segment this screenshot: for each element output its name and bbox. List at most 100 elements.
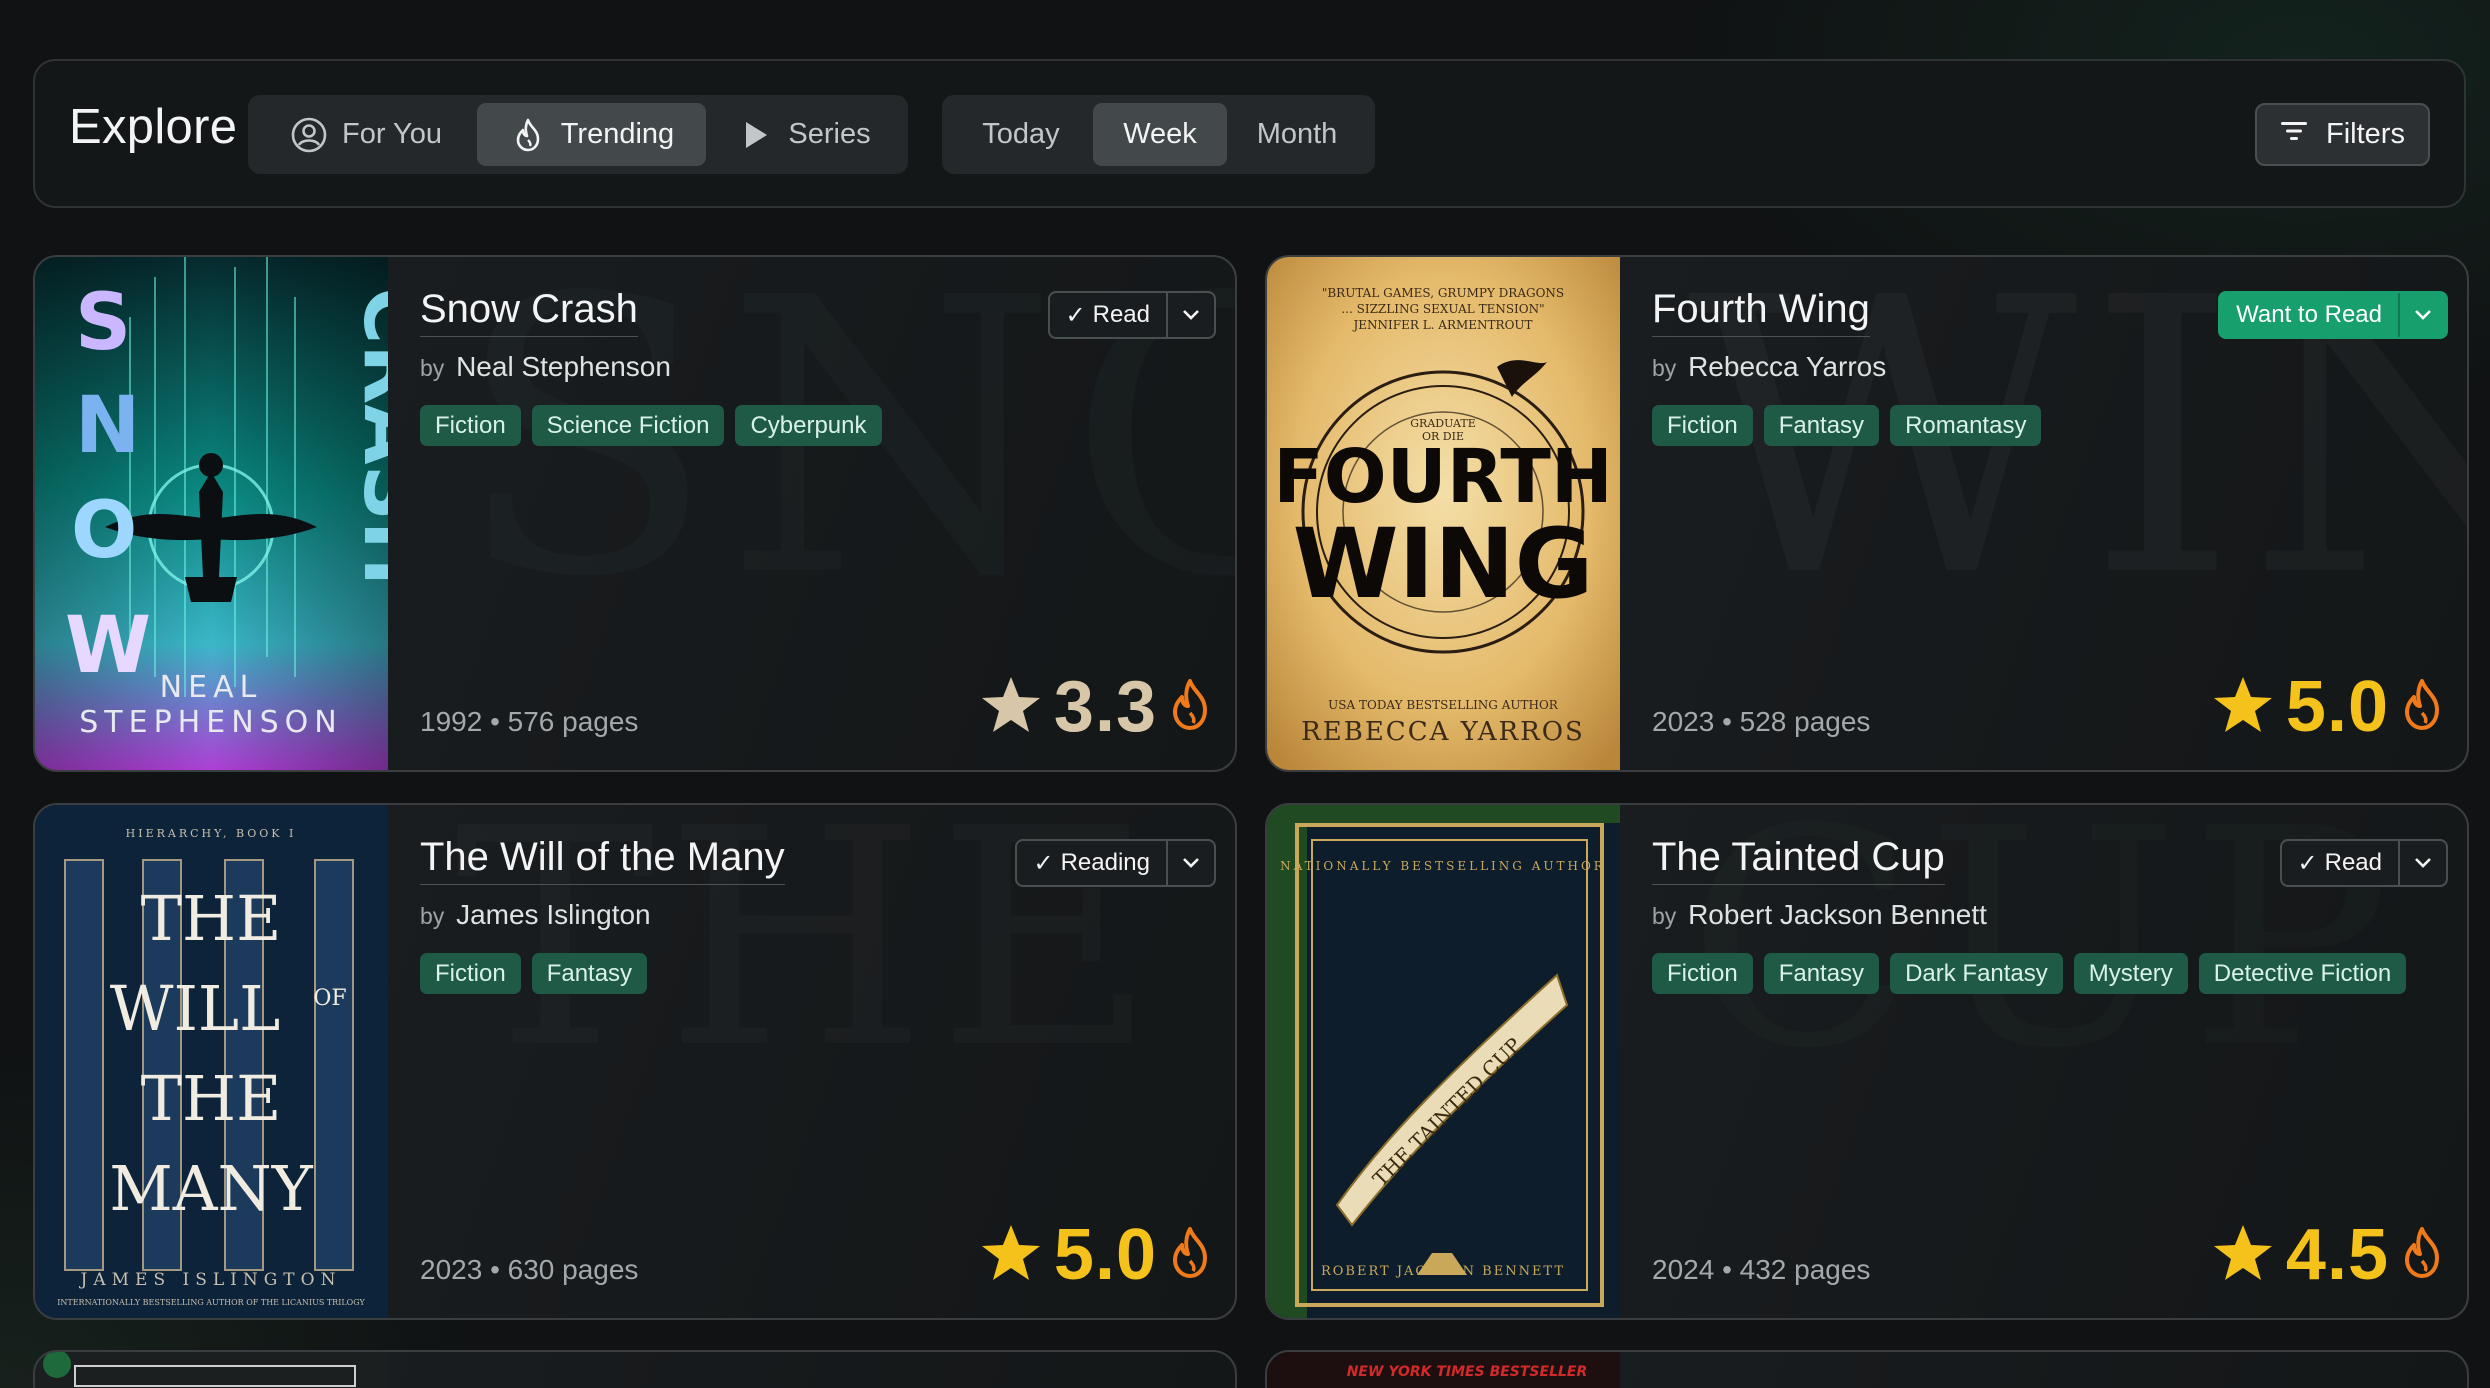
chevron-down-icon[interactable] xyxy=(2400,841,2446,885)
svg-text:S: S xyxy=(75,278,131,368)
svg-text:HIERARCHY, BOOK I: HIERARCHY, BOOK I xyxy=(126,827,297,840)
flame-icon xyxy=(509,116,547,154)
genre-tag[interactable]: Detective Fiction xyxy=(2198,953,2407,994)
book-cover[interactable]: NATIONALLY BESTSELLING AUTHOR THE TAINTE… xyxy=(1267,805,1620,1318)
page-title: Explore xyxy=(69,100,238,154)
svg-text:CRASH: CRASH xyxy=(346,287,388,586)
svg-text:INTERNATIONALLY BESTSELLING AU: INTERNATIONALLY BESTSELLING AUTHOR OF TH… xyxy=(57,1298,365,1307)
reading-status-button[interactable]: ✓ Read xyxy=(2279,839,2448,887)
book-title[interactable]: The Will of the Many xyxy=(420,835,785,885)
svg-text:NEAL: NEAL xyxy=(160,670,263,705)
tab-series[interactable]: Series xyxy=(706,103,901,166)
svg-text:MANY: MANY xyxy=(109,1152,314,1225)
genre-tag[interactable]: Romantasy xyxy=(1890,405,2042,446)
book-meta: 2023 • 630 pages xyxy=(420,1254,639,1285)
tab-week[interactable]: Week xyxy=(1093,103,1227,166)
by-label: by xyxy=(1652,903,1677,929)
svg-text:WING: WING xyxy=(1293,508,1594,620)
genre-tag[interactable]: Fantasy xyxy=(1763,953,1880,994)
genre-tag[interactable]: Fiction xyxy=(420,953,521,994)
user-circle-icon xyxy=(290,116,328,154)
flame-icon xyxy=(2401,678,2443,737)
filters-label: Filters xyxy=(2326,118,2405,150)
chevron-down-icon[interactable] xyxy=(2400,293,2446,337)
svg-text:N: N xyxy=(75,381,140,471)
flame-icon xyxy=(1169,1226,1211,1285)
rating-value: 5.0 xyxy=(2285,667,2389,747)
book-cover[interactable]: NEW YORK TIMES BESTSELLER xyxy=(1267,1352,1620,1388)
rating-value: 5.0 xyxy=(1053,1215,1157,1295)
genre-tag[interactable]: Fantasy xyxy=(1763,405,1880,446)
book-author: by Rebecca Yarros xyxy=(1652,351,2447,383)
svg-text:THE: THE xyxy=(141,1062,282,1135)
book-card[interactable]: CUP NATIONALLY BESTSELLING AUTHOR THE TA… xyxy=(1265,803,2469,1320)
reading-status-button[interactable]: Want to Read xyxy=(2218,291,2448,339)
author-name[interactable]: Neal Stephenson xyxy=(456,351,671,382)
status-label: Read xyxy=(1092,301,1150,328)
status-label-wrap[interactable]: ✓ Read xyxy=(2282,841,2400,885)
book-meta: 1992 • 576 pages xyxy=(420,706,639,737)
svg-text:WILL: WILL xyxy=(110,972,281,1045)
genre-tag[interactable]: Science Fiction xyxy=(531,405,725,446)
check-icon: ✓ xyxy=(1033,849,1054,877)
genre-tags: Fiction Fantasy Dark Fantasy Mystery Det… xyxy=(1652,953,2447,994)
rating: 3.3 xyxy=(980,666,1211,748)
svg-text:O: O xyxy=(71,486,137,576)
status-label[interactable]: Want to Read xyxy=(2220,293,2400,337)
svg-text:W: W xyxy=(65,601,151,691)
status-label-wrap[interactable]: ✓ Read xyxy=(1050,293,1168,337)
filters-button[interactable]: Filters xyxy=(2255,103,2430,166)
chevron-down-icon[interactable] xyxy=(1168,293,1214,337)
book-card-partial[interactable] xyxy=(33,1350,1237,1388)
book-meta: 2024 • 432 pages xyxy=(1652,1254,1871,1285)
book-title[interactable]: Snow Crash xyxy=(420,287,638,337)
chevron-down-icon[interactable] xyxy=(1168,841,1214,885)
author-name[interactable]: James Islington xyxy=(456,899,651,930)
tab-trending[interactable]: Trending xyxy=(477,103,706,166)
book-card[interactable]: WING "BRUTAL GAMES, GRUMPY DRAGONS ... S… xyxy=(1265,255,2469,772)
book-cover[interactable]: S N O W CRASH NEAL STEPHENSON xyxy=(35,257,388,770)
book-card[interactable]: SNOW S N O xyxy=(33,255,1237,772)
flame-icon xyxy=(1169,678,1211,737)
genre-tag[interactable]: Fiction xyxy=(420,405,521,446)
reading-status-button[interactable]: ✓ Read xyxy=(1047,291,1216,339)
book-card-partial[interactable]: NEW YORK TIMES BESTSELLER xyxy=(1265,1350,2469,1388)
star-icon xyxy=(980,675,1042,740)
flame-icon xyxy=(2401,1226,2443,1285)
book-cover[interactable] xyxy=(35,1352,388,1388)
tab-today[interactable]: Today xyxy=(949,103,1093,166)
reading-status-button[interactable]: ✓ Reading xyxy=(1015,839,1216,887)
book-author: by Neal Stephenson xyxy=(420,351,1215,383)
author-name[interactable]: Rebecca Yarros xyxy=(1688,351,1886,382)
genre-tag[interactable]: Cyberpunk xyxy=(735,405,882,446)
svg-text:STEPHENSON: STEPHENSON xyxy=(79,705,342,740)
genre-tag[interactable]: Fiction xyxy=(1652,953,1753,994)
period-tabs: Today Week Month xyxy=(942,95,1375,174)
by-label: by xyxy=(420,903,445,929)
svg-text:NEW YORK TIMES BESTSELLER: NEW YORK TIMES BESTSELLER xyxy=(1347,1364,1588,1380)
tab-month[interactable]: Month xyxy=(1227,103,1367,166)
tab-for-you[interactable]: For You xyxy=(255,103,477,166)
genre-tag[interactable]: Dark Fantasy xyxy=(1890,953,2063,994)
book-author: by James Islington xyxy=(420,899,1215,931)
svg-text:THE: THE xyxy=(141,882,282,955)
book-cover[interactable]: HIERARCHY, BOOK I THE WILL OF THE MANY J… xyxy=(35,805,388,1318)
book-title[interactable]: Fourth Wing xyxy=(1652,287,1870,337)
book-title[interactable]: The Tainted Cup xyxy=(1652,835,1945,885)
svg-text:REBECCA YARROS: REBECCA YARROS xyxy=(1301,717,1585,747)
svg-text:... SIZZLING SEXUAL TENSION": ... SIZZLING SEXUAL TENSION" xyxy=(1341,302,1544,316)
genre-tags: Fiction Science Fiction Cyberpunk xyxy=(420,405,1215,446)
book-card[interactable]: THE HIERARCHY, BOOK I THE WILL OF THE MA… xyxy=(33,803,1237,1320)
filter-icon xyxy=(2280,118,2308,151)
by-label: by xyxy=(420,355,445,381)
svg-text:"BRUTAL GAMES, GRUMPY DRAGONS: "BRUTAL GAMES, GRUMPY DRAGONS xyxy=(1322,286,1564,300)
genre-tag[interactable]: Fantasy xyxy=(531,953,648,994)
star-icon xyxy=(2212,1223,2274,1288)
status-label-wrap[interactable]: ✓ Reading xyxy=(1017,841,1168,885)
genre-tag[interactable]: Mystery xyxy=(2073,953,2188,994)
book-cover[interactable]: "BRUTAL GAMES, GRUMPY DRAGONS ... SIZZLI… xyxy=(1267,257,1620,770)
genre-tags: Fiction Fantasy xyxy=(420,953,1215,994)
genre-tag[interactable]: Fiction xyxy=(1652,405,1753,446)
author-name[interactable]: Robert Jackson Bennett xyxy=(1688,899,1987,930)
rating-value: 4.5 xyxy=(2285,1215,2389,1295)
